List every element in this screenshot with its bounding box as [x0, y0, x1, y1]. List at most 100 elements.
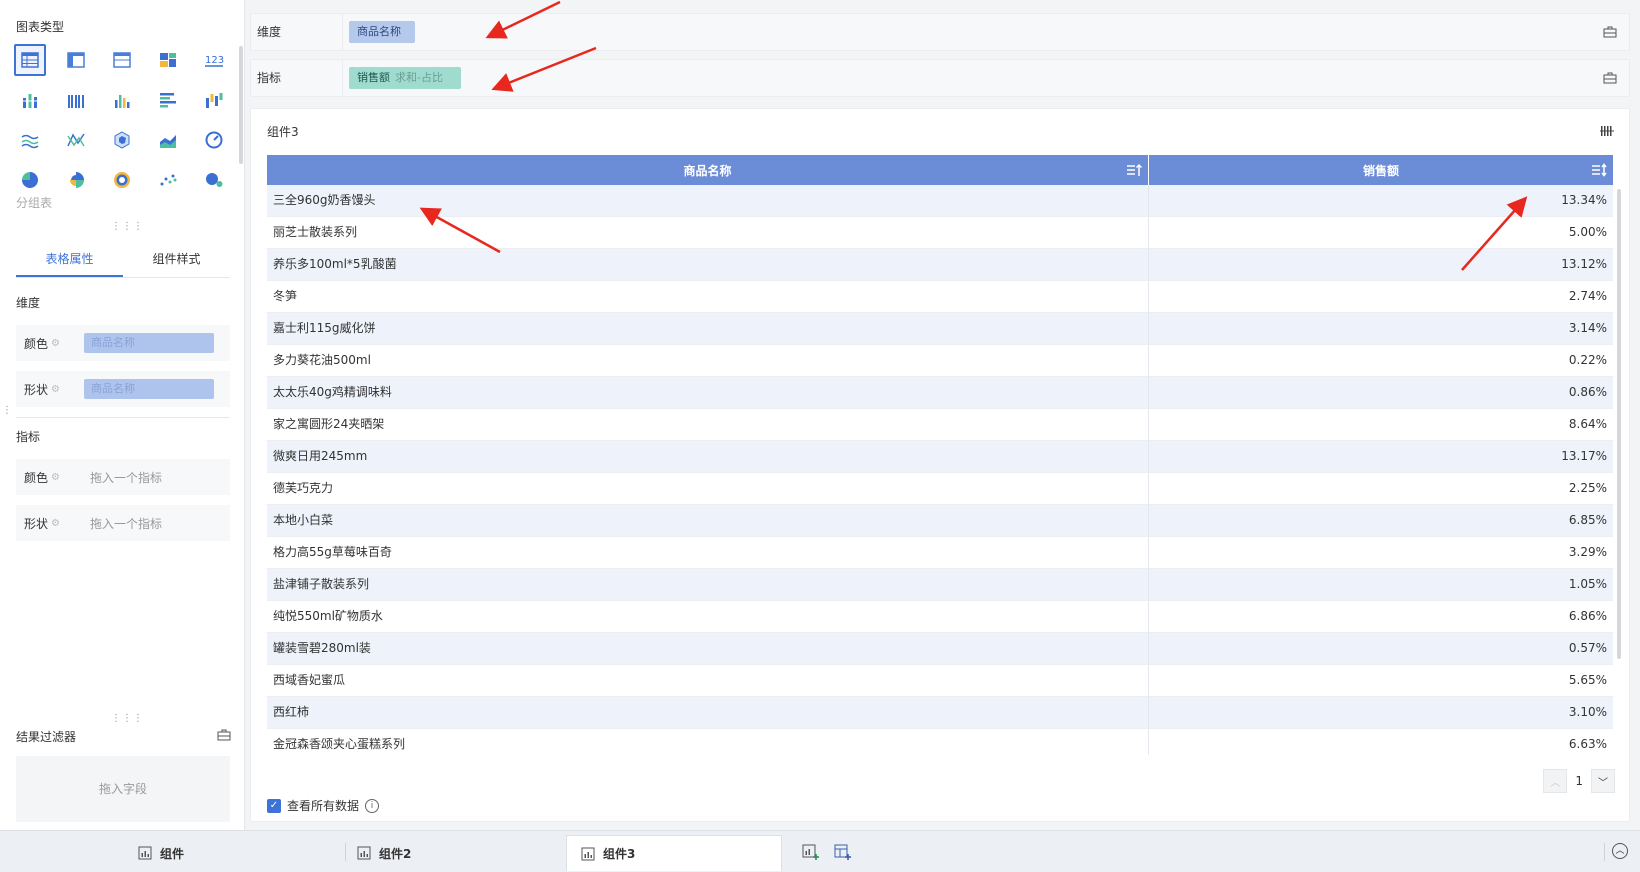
table-row[interactable]: 丽芝士散装系列 5.00% — [267, 217, 1613, 249]
tab-table-properties[interactable]: 表格属性 — [16, 242, 123, 277]
polyline-chart-icon[interactable] — [60, 124, 92, 156]
table-row[interactable]: 多力葵花油500ml 0.22% — [267, 345, 1613, 377]
sales-share-cell: 3.29% — [1568, 545, 1607, 559]
component-title: 组件3 — [267, 125, 299, 139]
table-row[interactable]: 格力高55g草莓味百奇 3.29% — [267, 537, 1613, 569]
metric-color-row: 颜色 ⚙ 拖入一个指标 — [16, 459, 230, 495]
metric-chip-aggregation: 求和-占比 — [395, 71, 443, 84]
sales-share-cell: 13.17% — [1561, 449, 1607, 463]
settings-icon[interactable]: ⚙ — [51, 384, 60, 395]
settings-icon[interactable]: ⚙ — [51, 338, 60, 349]
filter-drop-zone[interactable]: 拖入字段 — [16, 756, 230, 822]
dim-shape-chip[interactable]: 商品名称 — [84, 379, 214, 399]
dimension-section-title: 维度 — [16, 296, 41, 310]
metric-color-placeholder[interactable]: 拖入一个指标 — [84, 469, 162, 486]
add-component-icon[interactable] — [802, 843, 820, 861]
product-name-cell: 冬笋 — [267, 281, 1149, 312]
gauge-chart-icon[interactable] — [198, 124, 230, 156]
stacked-column-chart-icon[interactable] — [14, 84, 46, 116]
treemap-chart-icon[interactable] — [152, 44, 184, 76]
metric-chip[interactable]: 销售额 求和-占比 — [349, 67, 461, 89]
table-row[interactable]: 养乐多100ml*5乳酸菌 13.12% — [267, 249, 1613, 281]
column-settings-icon[interactable] — [1599, 123, 1615, 139]
sort-asc-icon[interactable] — [1126, 162, 1142, 178]
prev-page-icon[interactable]: ︿ — [1543, 769, 1568, 793]
dim-color-chip[interactable]: 商品名称 — [84, 333, 214, 353]
sales-share-cell: 1.05% — [1568, 577, 1607, 591]
table-row[interactable]: 微爽日用245mm 13.17% — [267, 441, 1613, 473]
briefcase-icon[interactable] — [1603, 71, 1617, 85]
product-name-cell: 丽芝士散装系列 — [267, 217, 1149, 248]
cross-table-chart-icon[interactable] — [60, 44, 92, 76]
product-name-cell: 三全960g奶香馒头 — [267, 185, 1149, 216]
collapse-icon[interactable]: ︿ — [1612, 843, 1628, 859]
table-row[interactable]: 盐津铺子散装系列 1.05% — [267, 569, 1613, 601]
tab-separator — [1604, 843, 1605, 861]
data-table: 商品名称 销售额 三全960g奶香馒头 13.34% 丽芝士散装系列 5.00% 养乐多… — [267, 155, 1613, 755]
settings-icon[interactable]: ⚙ — [51, 472, 60, 483]
radar-chart-icon[interactable] — [106, 124, 138, 156]
column-header-product[interactable]: 商品名称 — [267, 155, 1149, 185]
add-dashboard-icon[interactable] — [834, 843, 852, 861]
component-tab-2[interactable]: 组件2 — [357, 835, 411, 871]
chart-type-hint: 分组表 — [16, 196, 53, 210]
product-name-cell: 微爽日用245mm — [267, 441, 1149, 472]
table-row[interactable]: 纯悦550ml矿物质水 6.86% — [267, 601, 1613, 633]
chart-types-scrollbar[interactable] — [239, 46, 243, 164]
table-row[interactable]: 三全960g奶香馒头 13.34% — [267, 185, 1613, 217]
kpi-number-chart-icon[interactable]: 123 — [198, 44, 230, 76]
briefcase-icon[interactable] — [217, 728, 231, 742]
table-row[interactable]: 西红柿 3.10% — [267, 697, 1613, 729]
resize-handle[interactable]: ⋮⋮⋮ — [111, 221, 144, 232]
detail-table-chart-icon[interactable] — [106, 44, 138, 76]
table-row[interactable]: 太太乐40g鸡精调味料 0.86% — [267, 377, 1613, 409]
sales-share-cell: 3.14% — [1568, 321, 1607, 335]
line-chart-icon[interactable] — [14, 124, 46, 156]
table-row[interactable]: 德芙巧克力 2.25% — [267, 473, 1613, 505]
left-resize-handle[interactable]: ⋮ — [2, 405, 13, 416]
grouped-table-chart-icon[interactable] — [14, 44, 46, 76]
bar-chart-icon[interactable] — [152, 84, 184, 116]
grouped-column-chart-icon[interactable] — [60, 84, 92, 116]
area-chart-icon[interactable] — [152, 124, 184, 156]
table-row[interactable]: 本地小白菜 6.85% — [267, 505, 1613, 537]
table-row[interactable]: 冬笋 2.74% — [267, 281, 1613, 313]
component-tab-3[interactable]: 组件3 — [566, 835, 782, 871]
chart-icon — [138, 846, 152, 860]
product-name-cell: 盐津铺子散装系列 — [267, 569, 1149, 600]
table-scrollbar[interactable] — [1617, 189, 1621, 659]
chart-icon — [581, 847, 595, 860]
table-row[interactable]: 嘉士利115g威化饼 3.14% — [267, 313, 1613, 345]
scatter-chart-icon[interactable] — [152, 164, 184, 196]
bubble-chart-icon[interactable] — [198, 164, 230, 196]
table-row[interactable]: 罐装雪碧280ml装 0.57% — [267, 633, 1613, 665]
column-header-sales[interactable]: 销售额 — [1149, 155, 1613, 185]
briefcase-icon[interactable] — [1603, 25, 1617, 39]
sunburst-chart-icon[interactable] — [106, 164, 138, 196]
sort-icon[interactable] — [1591, 162, 1607, 178]
table-header: 商品名称 销售额 — [267, 155, 1613, 185]
info-icon[interactable]: i — [365, 798, 380, 813]
table-row[interactable]: 西域香妃蜜瓜 5.65% — [267, 665, 1613, 697]
view-all-label[interactable]: 查看所有数据 — [287, 797, 359, 814]
next-page-icon[interactable]: ﹀ — [1591, 769, 1615, 793]
column-chart-icon[interactable] — [106, 84, 138, 116]
view-all-checkbox[interactable]: ✓ — [267, 798, 281, 813]
waterfall-chart-icon[interactable] — [198, 84, 230, 116]
dimension-chip[interactable]: 商品名称 — [349, 21, 415, 43]
component-tab-label: 组件3 — [603, 847, 636, 861]
rose-pie-chart-icon[interactable] — [60, 164, 92, 196]
pie-chart-icon[interactable] — [14, 164, 46, 196]
metric-chip-name: 销售额 — [357, 71, 390, 84]
resize-handle[interactable]: ⋮⋮⋮ — [111, 713, 144, 724]
column-header-label: 销售额 — [1362, 163, 1399, 178]
table-row[interactable]: 金冠森香颂夹心蛋糕系列 6.63% — [267, 729, 1613, 755]
dim-color-label: 颜色 — [24, 336, 49, 351]
metric-section-title: 指标 — [16, 430, 41, 444]
metric-shape-placeholder[interactable]: 拖入一个指标 — [84, 515, 162, 532]
component-tab-1[interactable]: 组件 — [138, 835, 184, 871]
component-tab-label: 组件2 — [379, 846, 412, 861]
settings-icon[interactable]: ⚙ — [51, 518, 60, 529]
table-row[interactable]: 家之寓圆形24夹晒架 8.64% — [267, 409, 1613, 441]
tab-component-style[interactable]: 组件样式 — [123, 242, 230, 277]
